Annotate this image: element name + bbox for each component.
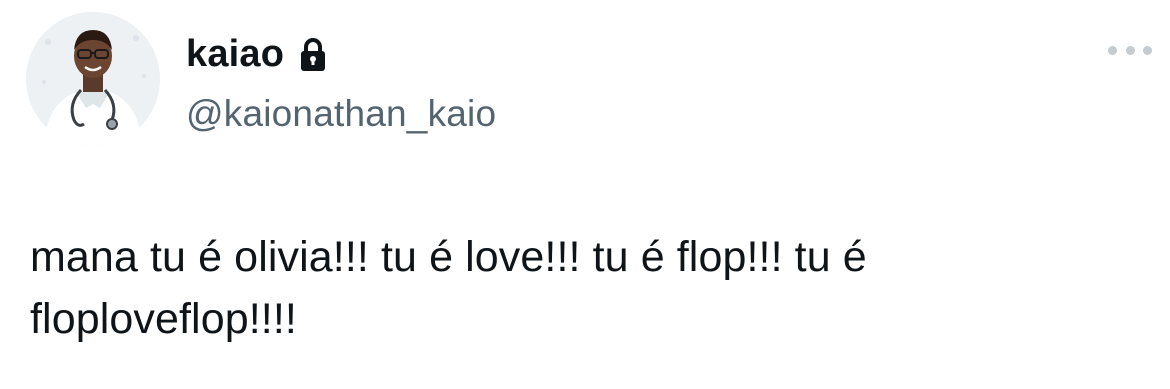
author-info: kaiao @kaionathan_kaio	[186, 30, 496, 138]
avatar-photo-icon	[26, 12, 160, 146]
tweet-card: kaiao @kaionathan_kaio mana tu é olivia!…	[0, 0, 1170, 389]
more-dots-icon	[1108, 45, 1117, 55]
author-handle[interactable]: @kaionathan_kaio	[186, 90, 496, 138]
lock-icon	[298, 37, 328, 73]
tweet-text-line-1: mana tu é olivia!!! tu é love!!! tu é fl…	[30, 233, 867, 281]
author-display-name[interactable]: kaiao	[186, 30, 284, 78]
more-dots-icon	[1143, 45, 1152, 55]
author-name-row: kaiao	[186, 30, 496, 78]
author-avatar[interactable]	[26, 12, 160, 146]
tweet-text: mana tu é olivia!!! tu é love!!! tu é fl…	[30, 226, 1140, 350]
more-dots-icon	[1125, 45, 1135, 55]
more-options-button[interactable]	[1108, 40, 1152, 60]
tweet-text-line-2: floploveflop!!!!	[30, 295, 297, 343]
